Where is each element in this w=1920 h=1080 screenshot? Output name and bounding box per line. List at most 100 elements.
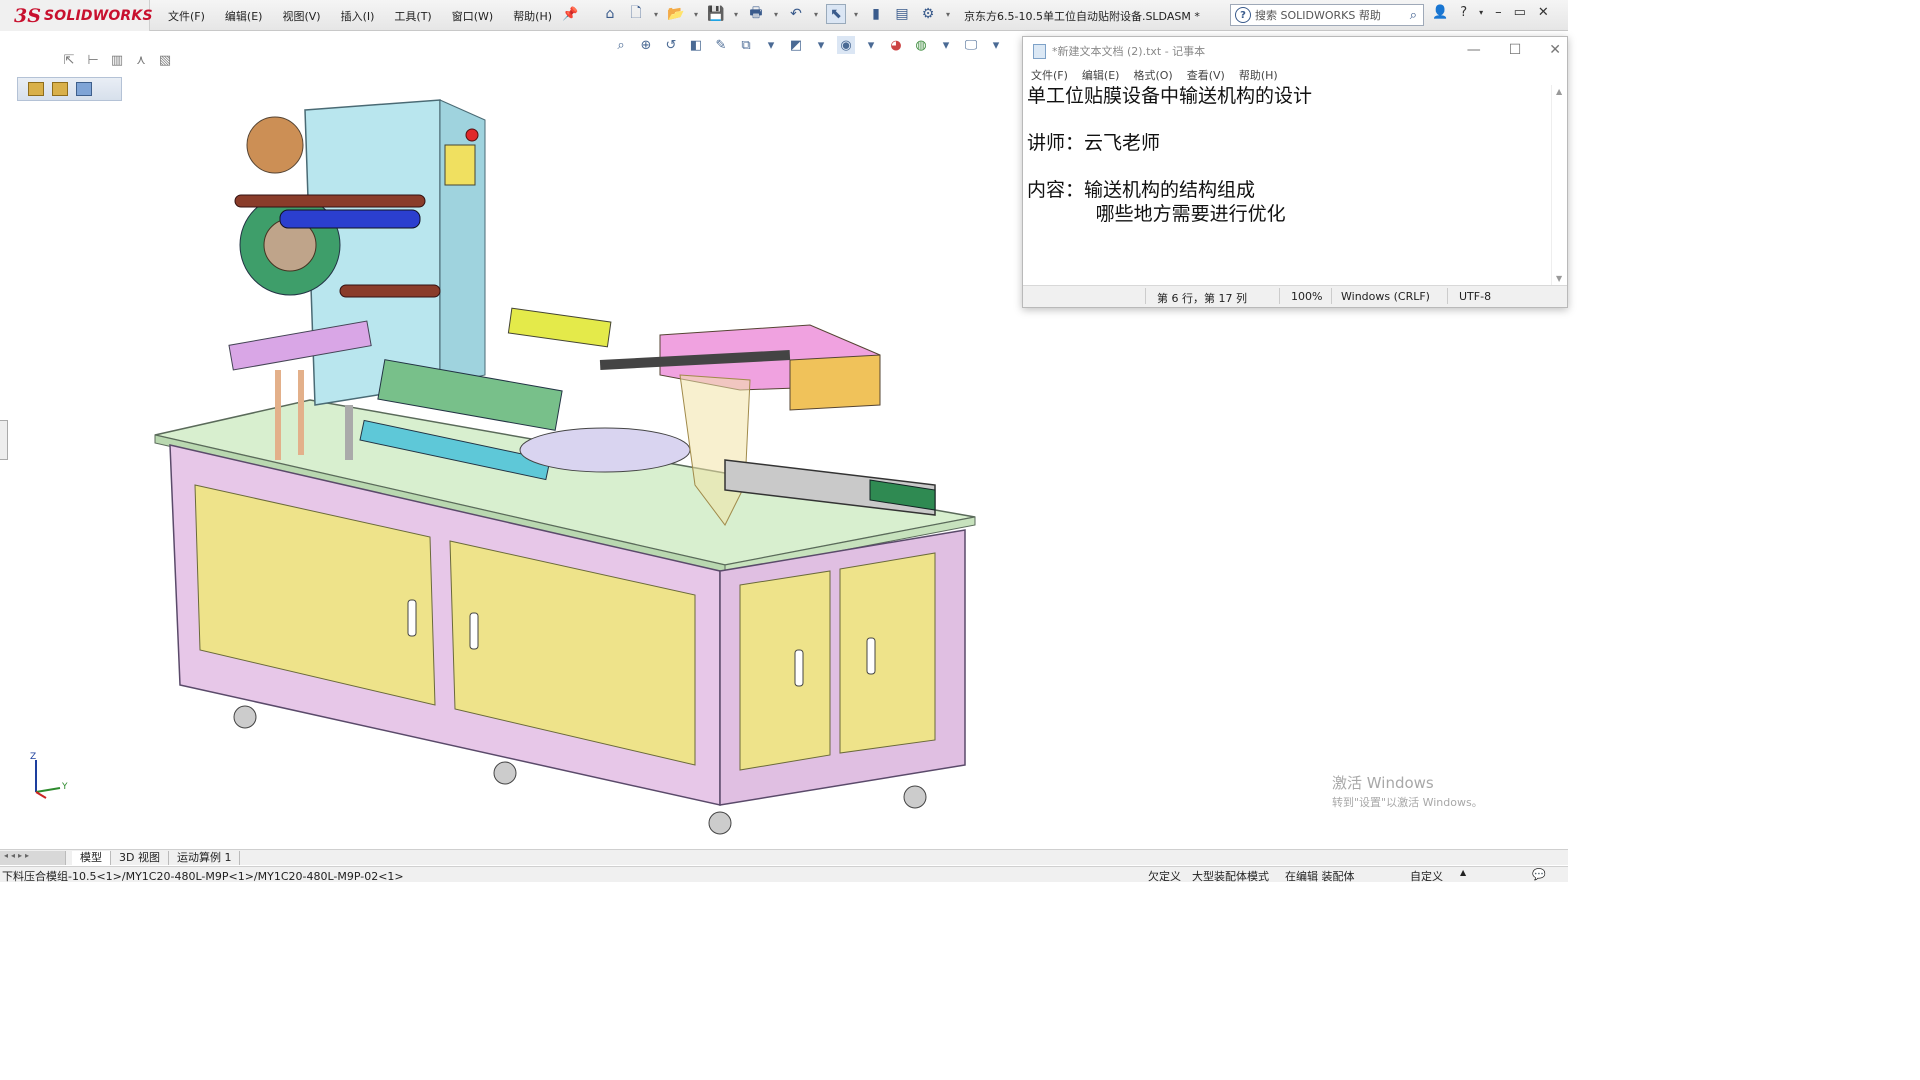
apply-scene-icon[interactable]: ◍ xyxy=(912,36,930,54)
chevron-down-icon[interactable]: ▾ xyxy=(987,36,1005,54)
solidworks-window: 3S SOLIDWORKS 文件(F) 编辑(E) 视图(V) 插入(I) 工具… xyxy=(0,0,1568,884)
title-bar: 3S SOLIDWORKS 文件(F) 编辑(E) 视图(V) 插入(I) 工具… xyxy=(0,0,1568,31)
menu-tools[interactable]: 工具(T) xyxy=(394,8,431,24)
support-post xyxy=(345,405,353,460)
search-icon[interactable]: ⌕ xyxy=(1410,8,1417,23)
chevron-down-icon[interactable]: ▾ xyxy=(1479,8,1483,17)
user-icon[interactable]: 👤 xyxy=(1432,5,1448,20)
tab-scroll-arrows[interactable]: ◂◂▸▸ xyxy=(0,850,66,865)
notepad-title: *新建文本文档 (2).txt - 记事本 xyxy=(1052,45,1206,58)
home-icon[interactable]: ⌂ xyxy=(600,4,620,24)
minimize-icon[interactable]: – xyxy=(1495,5,1502,20)
display-style-icon[interactable]: ◩ xyxy=(787,36,805,54)
status-units[interactable]: 自定义 xyxy=(1410,868,1443,884)
close-icon[interactable]: ✕ xyxy=(1549,42,1561,58)
text-line xyxy=(1027,109,1547,133)
assembly-model-view[interactable] xyxy=(140,85,990,850)
tab-3d-view[interactable]: 3D 视图 xyxy=(111,850,169,865)
chat-icon[interactable]: 💬 xyxy=(1532,868,1546,881)
chevron-down-icon[interactable]: ▾ xyxy=(812,4,820,24)
chevron-down-icon[interactable]: ▾ xyxy=(652,4,660,24)
chevron-down-icon[interactable]: ▾ xyxy=(862,36,880,54)
menu-window[interactable]: 窗口(W) xyxy=(452,8,493,24)
options-icon[interactable]: ⚙ xyxy=(918,4,938,24)
note-icon[interactable]: ▧ xyxy=(156,50,174,70)
standard-toolbar: ⌂ 🗋 ▾ 📂 ▾ 💾 ▾ 🖶 ▾ ↶ ▾ ⬉ ▾ ▮ ▤ ⚙ ▾ xyxy=(600,4,952,24)
notepad-menu: 文件(F) 编辑(E) 格式(O) 查看(V) 帮助(H) xyxy=(1023,65,1567,85)
caster-wheel xyxy=(903,785,927,809)
previous-view-icon[interactable]: ↺ xyxy=(662,36,680,54)
open-icon[interactable]: 📂 xyxy=(666,4,686,24)
chevron-down-icon[interactable]: ▾ xyxy=(937,36,955,54)
brand-name: SOLIDWORKS xyxy=(43,7,153,24)
dynamic-annotation-icon[interactable]: ✎ xyxy=(712,36,730,54)
part-icon[interactable] xyxy=(28,82,44,96)
hide-show-icon[interactable]: ◉ xyxy=(837,36,855,54)
notepad-scrollbar[interactable]: ▲ ▼ xyxy=(1551,85,1567,285)
notepad-menu-file[interactable]: 文件(F) xyxy=(1031,67,1068,83)
zoom-to-fit-icon[interactable]: ⌕ xyxy=(612,36,630,54)
notepad-window-controls: — ☐ ✕ xyxy=(1467,42,1561,58)
tab-model[interactable]: 模型 xyxy=(72,850,111,865)
assembly-icon[interactable] xyxy=(52,82,68,96)
scroll-up-icon[interactable]: ▲ xyxy=(1556,87,1562,96)
chevron-down-icon[interactable]: ▾ xyxy=(692,4,700,24)
menu-edit[interactable]: 编辑(E) xyxy=(225,8,263,24)
solidworks-logo[interactable]: 3S SOLIDWORKS xyxy=(0,0,153,31)
zoom-area-icon[interactable]: ⊕ xyxy=(637,36,655,54)
chevron-down-icon[interactable]: ▾ xyxy=(762,36,780,54)
menu-help[interactable]: 帮助(H) xyxy=(513,8,552,24)
menu-file[interactable]: 文件(F) xyxy=(168,8,205,24)
text-line: 单工位贴膜设备中输送机构的设计 xyxy=(1027,85,1313,107)
tab-motion-study[interactable]: 运动算例 1 xyxy=(169,850,241,865)
chevron-down-icon[interactable]: ▾ xyxy=(772,4,780,24)
chevron-down-icon[interactable]: ▾ xyxy=(812,36,830,54)
pin-icon[interactable]: 📌 xyxy=(562,7,578,22)
edit-appearance-icon[interactable]: ◕ xyxy=(887,36,905,54)
select-icon[interactable]: ⬉ xyxy=(826,4,846,24)
maximize-icon[interactable]: ▭ xyxy=(1514,5,1526,20)
door-handle xyxy=(794,649,804,687)
line-ending: Windows (CRLF) xyxy=(1341,290,1430,303)
chevron-down-icon[interactable]: ▾ xyxy=(732,4,740,24)
rebuild-icon[interactable]: ▮ xyxy=(866,4,886,24)
scroll-down-icon[interactable]: ▼ xyxy=(1556,274,1562,283)
rebuild-tree-icon[interactable]: ⇱ xyxy=(60,50,78,70)
status-divider xyxy=(1279,288,1280,304)
zoom-level: 100% xyxy=(1291,290,1323,303)
encoding: UTF-8 xyxy=(1459,290,1492,303)
print-icon[interactable]: 🖶 xyxy=(746,4,766,24)
menu-insert[interactable]: 插入(I) xyxy=(341,8,375,24)
caster-wheel xyxy=(708,811,732,835)
notepad-menu-format[interactable]: 格式(O) xyxy=(1133,67,1172,83)
sketch-icon[interactable]: ▥ xyxy=(108,50,126,70)
file-properties-icon[interactable]: ▤ xyxy=(892,4,912,24)
notepad-menu-view[interactable]: 查看(V) xyxy=(1187,67,1225,83)
view-settings-icon[interactable]: 🖵 xyxy=(962,36,980,54)
notepad-menu-help[interactable]: 帮助(H) xyxy=(1239,67,1278,83)
view-orientation-icon[interactable]: ⧉ xyxy=(737,36,755,54)
chevron-down-icon[interactable]: ▾ xyxy=(852,4,860,24)
panel-collapse-handle[interactable] xyxy=(0,420,8,460)
menu-view[interactable]: 视图(V) xyxy=(282,8,320,24)
status-divider xyxy=(1447,288,1448,304)
new-document-icon[interactable]: 🗋 xyxy=(626,4,646,24)
chevron-down-icon[interactable]: ▾ xyxy=(944,4,952,24)
minimize-icon[interactable]: — xyxy=(1467,42,1481,58)
text-line: 内容：输送机构的结构组成 xyxy=(1027,179,1256,201)
notepad-menu-edit[interactable]: 编辑(E) xyxy=(1082,67,1120,83)
help-search-box[interactable]: ? 搜索 SOLIDWORKS 帮助 ⌕ xyxy=(1230,4,1424,26)
save-icon[interactable]: 💾 xyxy=(706,4,726,24)
undo-icon[interactable]: ↶ xyxy=(786,4,806,24)
close-icon[interactable]: ✕ xyxy=(1538,5,1549,20)
maximize-icon[interactable]: ☐ xyxy=(1509,42,1522,58)
dimension-icon[interactable]: ⊢ xyxy=(84,50,102,70)
status-definition: 欠定义 xyxy=(1148,870,1181,883)
chevron-up-icon[interactable]: ▲ xyxy=(1460,868,1466,877)
smart-line-icon[interactable]: ⋏ xyxy=(132,50,150,70)
notepad-text-area[interactable]: 单工位贴膜设备中输送机构的设计 讲师：云飞老师 内容：输送机构的结构组成 哪些地… xyxy=(1027,85,1547,285)
help-menu-icon[interactable]: ? xyxy=(1460,5,1467,20)
section-view-icon[interactable]: ◧ xyxy=(687,36,705,54)
component-icon[interactable] xyxy=(76,82,92,96)
yellow-bracket xyxy=(507,307,612,348)
